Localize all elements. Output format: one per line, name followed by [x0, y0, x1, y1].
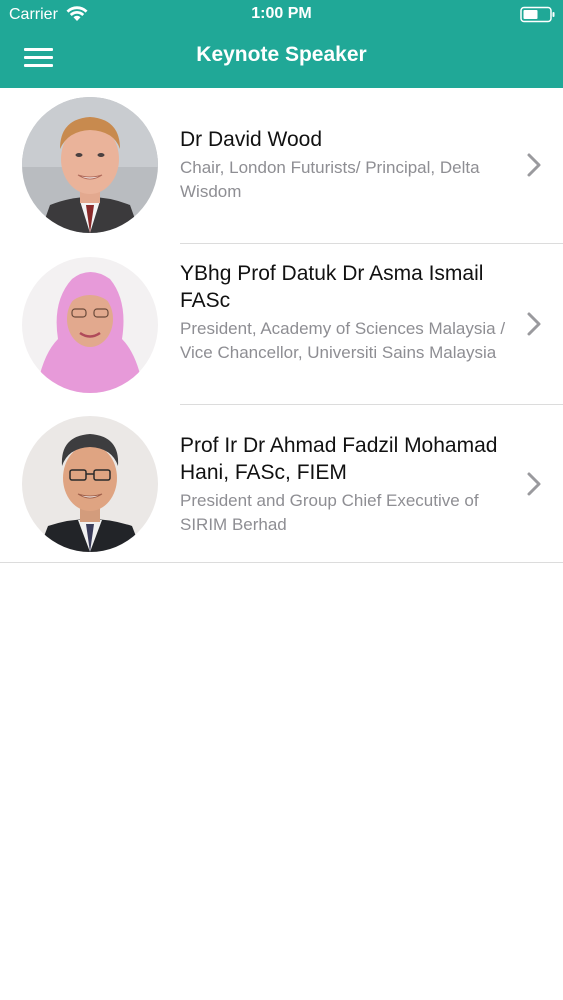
speaker-row-asma-ismail[interactable]: YBhg Prof Datuk Dr Asma Ismail FASc Pres…: [0, 244, 563, 405]
status-bar: Carrier 1:00 PM: [0, 0, 563, 30]
speaker-title: President and Group Chief Executive of S…: [180, 491, 479, 534]
battery-icon: [520, 6, 555, 23]
speaker-text: YBhg Prof Datuk Dr Asma Ismail FASc Pres…: [180, 260, 515, 365]
nav-bar: Keynote Speaker: [0, 30, 563, 88]
speaker-name: Dr David Wood: [180, 128, 322, 151]
chevron-right-icon: [527, 153, 541, 177]
avatar: [22, 416, 158, 552]
avatar: [22, 97, 158, 233]
speaker-row-ahmad-fadzil[interactable]: Prof Ir Dr Ahmad Fadzil Mohamad Hani, FA…: [0, 405, 563, 563]
divider: [0, 562, 563, 563]
chevron-right-icon: [527, 472, 541, 496]
speaker-title: Chair, London Futurists/ Principal, Delt…: [180, 158, 480, 201]
avatar: [22, 257, 158, 393]
app-header: Carrier 1:00 PM Keynote Speaker: [0, 0, 563, 88]
speaker-name: Prof Ir Dr Ahmad Fadzil Mohamad Hani, FA…: [180, 434, 498, 484]
status-time: 1:00 PM: [251, 5, 312, 22]
speaker-text: Prof Ir Dr Ahmad Fadzil Mohamad Hani, FA…: [180, 432, 515, 537]
page-title: Keynote Speaker: [196, 43, 367, 66]
chevron-right-icon: [527, 312, 541, 336]
speaker-text: Dr David Wood Chair, London Futurists/ P…: [180, 126, 515, 204]
speaker-list: Dr David Wood Chair, London Futurists/ P…: [0, 88, 563, 563]
speaker-row-david-wood[interactable]: Dr David Wood Chair, London Futurists/ P…: [0, 88, 563, 244]
speaker-name: YBhg Prof Datuk Dr Asma Ismail FASc: [180, 262, 484, 312]
speaker-title: President, Academy of Sciences Malaysia …: [180, 319, 506, 362]
